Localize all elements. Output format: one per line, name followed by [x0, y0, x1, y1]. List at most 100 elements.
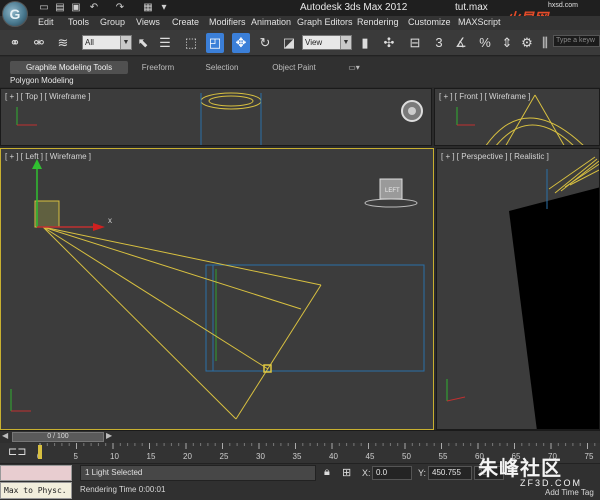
time-marker[interactable] — [38, 445, 42, 459]
ruler-tick-label: 75 — [585, 452, 594, 461]
prev-frame-icon[interactable]: ◀ — [2, 431, 8, 440]
add-time-tag-button[interactable]: Add Time Tag — [545, 488, 594, 497]
time-slider-thumb[interactable]: 0 / 100 — [12, 432, 104, 442]
light-cone-line — [554, 158, 598, 194]
edit-named-selections-icon[interactable]: ⚙ — [518, 33, 536, 53]
light-cone-line — [42, 226, 237, 420]
light-cone-line — [42, 226, 322, 286]
chevron-down-icon: ▼ — [120, 36, 131, 49]
absolute-transform-icon[interactable]: ⊞ — [342, 466, 351, 479]
tab-graphite-modeling-tools[interactable]: Graphite Modeling Tools — [10, 61, 128, 74]
ruler-tick-label: 50 — [402, 452, 411, 461]
watermark-url: ZF3D.COM — [520, 478, 582, 488]
brand-url: hxsd.com — [548, 2, 578, 9]
light-cone-line — [235, 284, 322, 420]
quick-access-dropdown-icon[interactable]: ▾ — [158, 2, 170, 13]
select-and-rotate-icon[interactable]: ↻ — [256, 33, 274, 53]
viewcube-ring — [364, 198, 418, 208]
unlink-icon[interactable]: ⚮ — [30, 33, 48, 53]
ruler-tick-label: 45 — [366, 452, 375, 461]
menu-bar: Edit Tools Group Views Create Modifiers … — [0, 16, 600, 30]
menu-customize[interactable]: Customize — [408, 17, 451, 27]
title-bar: ▭ ▤ ▣ ↶ ↷ ▦ ▾ Autodesk 3ds Max 2012 tut.… — [0, 0, 600, 26]
menu-group[interactable]: Group — [100, 17, 125, 27]
redo-icon[interactable]: ↷ — [114, 2, 126, 13]
select-by-name-icon[interactable]: ☰ — [156, 33, 174, 53]
light-cone-line — [560, 160, 599, 192]
viewcube-face-label: LEFT — [385, 188, 400, 194]
viewport-top[interactable]: [ + ] [ Top ] [ Wireframe ] — [0, 88, 432, 146]
ribbon-options-icon[interactable]: ▭▾ — [342, 61, 366, 74]
menu-graph-editors[interactable]: Graph Editors — [297, 17, 353, 27]
menu-modifiers[interactable]: Modifiers — [209, 17, 246, 27]
viewport-left[interactable]: [ + ] [ Left ] [ Wireframe ] x LEFT — [0, 148, 434, 430]
selection-filter-value: All — [85, 38, 94, 47]
tab-selection[interactable]: Selection — [196, 61, 248, 74]
menu-rendering[interactable]: Rendering — [357, 17, 399, 27]
lock-selection-icon[interactable]: 🔒︎ — [324, 466, 330, 479]
light-cone-edge — [534, 94, 565, 145]
select-and-move-icon[interactable]: ✥ — [232, 33, 250, 53]
menu-tools[interactable]: Tools — [68, 17, 89, 27]
viewport-perspective[interactable]: [ + ] [ Perspective ] [ Realistic ] — [436, 148, 600, 430]
menu-maxscript[interactable]: MAXScript — [458, 17, 501, 27]
main-toolbar: ⚭ ⚮ ≋ All ▼ ⬉ ☰ ⬚ ◰ ✥ ↻ ◪ View ▼ ▮ ✣ ⊟ 3… — [0, 30, 600, 56]
x-coord-field[interactable]: 0.0 — [372, 466, 412, 480]
select-object-icon[interactable]: ⬉ — [134, 33, 152, 53]
light-cone-inner — [208, 95, 254, 107]
ribbon-panel-polygon-modeling[interactable]: Polygon Modeling — [10, 76, 74, 85]
ruler-tick-label: 30 — [256, 452, 265, 461]
axis-x-line — [446, 396, 466, 402]
reference-coordinate-dropdown[interactable]: View ▼ — [302, 35, 352, 50]
application-button[interactable]: G — [2, 1, 28, 27]
menu-views[interactable]: Views — [136, 17, 160, 27]
tab-object-paint[interactable]: Object Paint — [262, 61, 326, 74]
render-time-status: Rendering Time 0:00:01 — [80, 485, 166, 494]
ruler-tick-label: 40 — [329, 452, 338, 461]
undo-icon[interactable]: ↶ — [88, 2, 100, 13]
menu-create[interactable]: Create — [172, 17, 199, 27]
gizmo-y-arrow — [32, 159, 42, 169]
light-cone-line — [564, 163, 599, 188]
project-folder-icon[interactable]: ▦ — [142, 2, 154, 13]
next-frame-icon[interactable]: ▶ — [106, 431, 112, 440]
light-cone-line — [42, 226, 269, 370]
menu-edit[interactable]: Edit — [38, 17, 54, 27]
light-gizmo-box — [34, 200, 60, 228]
bind-space-warp-icon[interactable]: ≋ — [54, 33, 72, 53]
maxscript-listener-input[interactable]: Max to Physc. — [0, 482, 72, 499]
viewport-front[interactable]: [ + ] [ Front ] [ Wireframe ] — [434, 88, 600, 146]
select-and-link-icon[interactable]: ⚭ — [6, 33, 24, 53]
watermark-logo: 朱峰社区 — [478, 458, 562, 480]
keyboard-shortcut-override-icon[interactable]: ⊟ — [406, 33, 424, 53]
chevron-down-icon: ▼ — [340, 36, 351, 49]
rectangular-selection-icon[interactable]: ⬚ — [182, 33, 200, 53]
select-and-scale-icon[interactable]: ◪ — [280, 33, 298, 53]
light-cone-outline — [200, 92, 262, 110]
angle-snap-icon[interactable]: ∡ — [452, 33, 470, 53]
snaps-toggle-icon[interactable]: 3 — [430, 33, 448, 53]
search-input[interactable]: Type a keyw — [553, 35, 600, 47]
pivot-point-icon[interactable]: ▮ — [356, 33, 374, 53]
steering-wheel-center[interactable] — [408, 107, 416, 115]
y-coord-field[interactable]: 450.755 — [428, 466, 472, 480]
spinner-snap-icon[interactable]: ⇕ — [498, 33, 516, 53]
mirror-icon[interactable]: ⫼ — [536, 33, 554, 53]
select-and-manipulate-icon[interactable]: ✣ — [380, 33, 398, 53]
time-slider[interactable]: ◀ 0 / 100 ▶ — [0, 430, 600, 443]
tab-freeform[interactable]: Freeform — [130, 61, 186, 74]
left-viewport-canvas: x LEFT — [10, 159, 425, 420]
object-shaded — [509, 187, 599, 429]
ruler-tick-label: 35 — [293, 452, 302, 461]
gizmo-x-label: x — [108, 216, 112, 225]
percent-snap-icon[interactable]: % — [476, 33, 494, 53]
window-crossing-icon[interactable]: ◰ — [206, 33, 224, 53]
save-file-icon[interactable]: ▣ — [70, 2, 82, 13]
selection-filter-dropdown[interactable]: All ▼ — [82, 35, 132, 50]
perspective-viewport-canvas — [446, 156, 599, 429]
menu-animation[interactable]: Animation — [251, 17, 291, 27]
new-file-icon[interactable]: ▭ — [38, 2, 50, 13]
reference-coordinate-value: View — [305, 38, 323, 47]
maxscript-listener-output[interactable] — [0, 465, 72, 481]
open-file-icon[interactable]: ▤ — [54, 2, 66, 13]
